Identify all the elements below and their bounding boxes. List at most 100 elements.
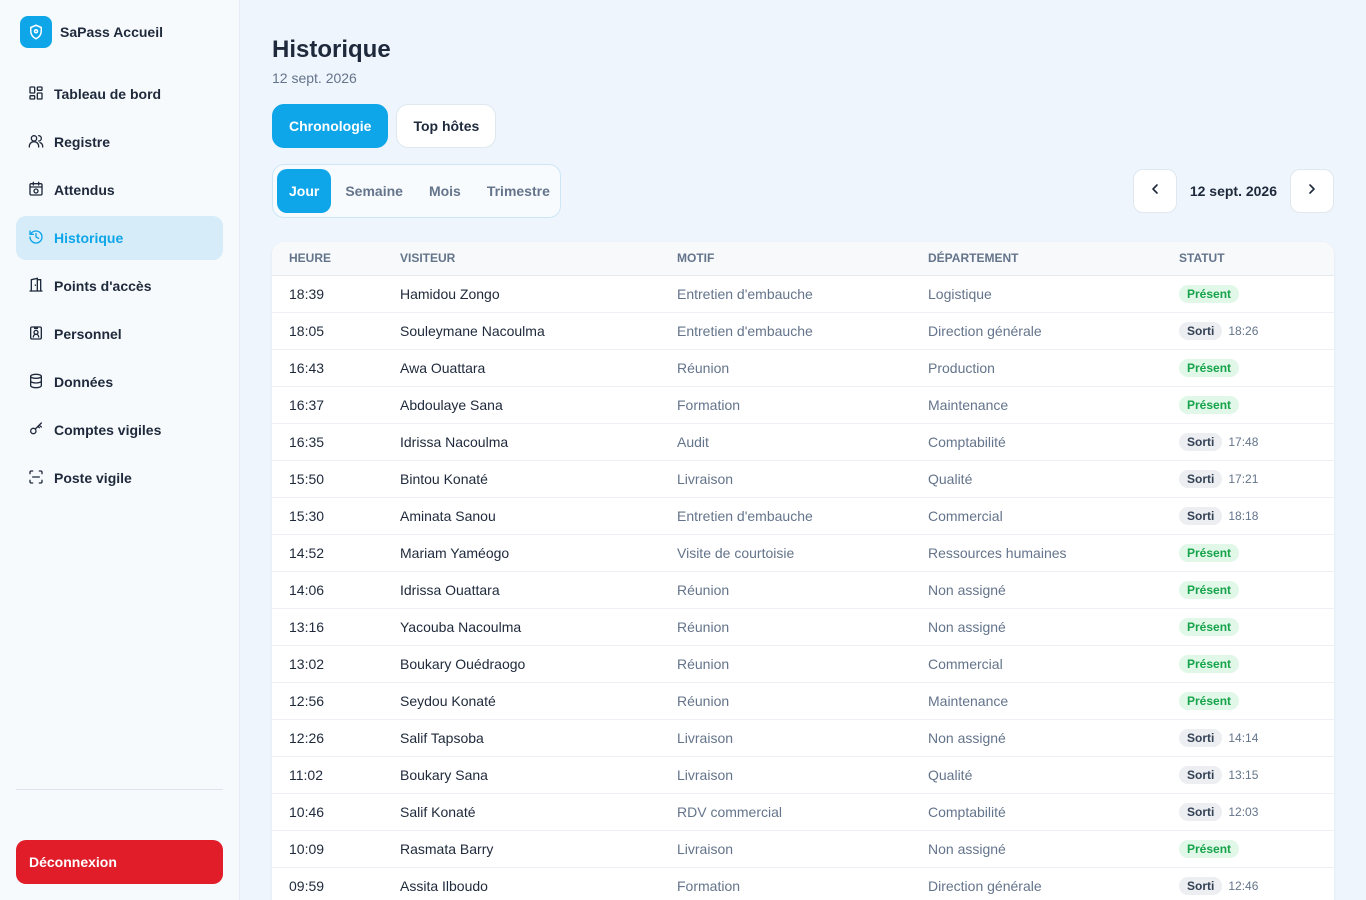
table-row[interactable]: 13:02 Boukary Ouédraogo Réunion Commercial P… [272, 645, 1334, 683]
cell-reason: Livraison [660, 460, 911, 498]
cell-status: Présent [1162, 349, 1334, 387]
cell-time: 13:16 [272, 608, 383, 646]
cell-time: 09:59 [272, 867, 383, 900]
database-icon [28, 373, 44, 392]
sidebar-item-label: Personnel [54, 326, 122, 342]
sidebar-nav: Tableau de bord Registre Attendus Histor… [16, 72, 223, 504]
table-row[interactable]: 10:09 Rasmata Barry Livraison Non assigné Pr… [272, 830, 1334, 868]
sidebar-item-donnees[interactable]: Données [16, 360, 223, 404]
period-mois[interactable]: Mois [417, 169, 473, 213]
sidebar-item-comptes-vigiles[interactable]: Comptes vigiles [16, 408, 223, 452]
current-date: 12 sept. 2026 [1189, 183, 1277, 199]
cell-time: 12:56 [272, 682, 383, 720]
table-row[interactable]: 15:50 Bintou Konaté Livraison Qualité Sorti 1… [272, 460, 1334, 498]
cell-reason: Réunion [660, 349, 911, 387]
cell-visitor: Awa Ouattara [383, 349, 660, 387]
table-row[interactable]: 13:16 Yacouba Nacoulma Réunion Non assigné P… [272, 608, 1334, 646]
shield-icon [20, 16, 52, 48]
status-badge: Présent [1179, 691, 1240, 710]
exit-time: 18:26 [1228, 323, 1259, 338]
sidebar-item-personnel[interactable]: Personnel [16, 312, 223, 356]
cell-time: 12:26 [272, 719, 383, 757]
cell-reason: Formation [660, 386, 911, 424]
table-row[interactable]: 10:46 Salif Konaté RDV commercial Comptabil… [272, 793, 1334, 831]
table-row[interactable]: 14:06 Idrissa Ouattara Réunion Non assigné P… [272, 571, 1334, 609]
cell-status: Présent [1162, 386, 1334, 424]
cell-visitor: Rasmata Barry [383, 830, 660, 868]
tab-top-hotes[interactable]: Top hôtes [396, 104, 497, 148]
sidebar-item-attendus[interactable]: Attendus [16, 168, 223, 212]
sidebar-item-label: Historique [54, 230, 124, 246]
cell-time: 16:35 [272, 423, 383, 461]
sidebar-item-label: Poste vigile [54, 470, 132, 486]
sidebar-item-historique[interactable]: Historique [16, 216, 223, 260]
cell-time: 14:06 [272, 571, 383, 609]
table-row[interactable]: 18:39 Hamidou Zongo Entretien d'embauche Lo… [272, 275, 1334, 313]
column-header-departement[interactable]: DÉPARTEMENT [911, 242, 1162, 276]
sidebar-item-registre[interactable]: Registre [16, 120, 223, 164]
cell-time: 13:02 [272, 645, 383, 683]
cell-department: Non assigné [911, 608, 1162, 646]
column-header-heure[interactable]: HEURE [272, 242, 383, 276]
table-row[interactable]: 12:56 Seydou Konaté Réunion Maintenance Prés… [272, 682, 1334, 720]
users-icon [28, 133, 44, 152]
logout-button[interactable]: Déconnexion [16, 840, 223, 884]
status-badge: Sorti [1179, 765, 1223, 784]
sidebar-item-points-acces[interactable]: Points d'accès [16, 264, 223, 308]
cell-status: Sorti 13:15 [1162, 756, 1334, 794]
key-icon [28, 421, 44, 440]
cell-visitor: Assita Ilboudo [383, 867, 660, 900]
cell-department: Qualité [911, 756, 1162, 794]
table-row[interactable]: 18:05 Souleymane Nacoulma Entretien d'emba… [272, 312, 1334, 350]
table-row[interactable]: 16:35 Idrissa Nacoulma Audit Comptabilité So… [272, 423, 1334, 461]
period-semaine[interactable]: Semaine [333, 169, 415, 213]
table-row[interactable]: 15:30 Aminata Sanou Entretien d'embauche Co… [272, 497, 1334, 535]
sidebar-item-poste-vigile[interactable]: Poste vigile [16, 456, 223, 500]
status-badge: Sorti [1179, 802, 1223, 821]
cell-department: Commercial [911, 497, 1162, 535]
table-body: 18:39 Hamidou Zongo Entretien d'embauche Lo… [272, 275, 1334, 900]
cell-visitor: Idrissa Nacoulma [383, 423, 660, 461]
cell-department: Qualité [911, 460, 1162, 498]
cell-reason: Audit [660, 423, 911, 461]
table-row[interactable]: 11:02 Boukary Sana Livraison Qualité Sorti 13… [272, 756, 1334, 794]
history-icon [28, 229, 44, 248]
cell-department: Non assigné [911, 719, 1162, 757]
status-badge: Présent [1179, 617, 1240, 636]
sidebar-item-dashboard[interactable]: Tableau de bord [16, 72, 223, 116]
table-row[interactable]: 09:59 Assita Ilboudo Formation Direction gé… [272, 867, 1334, 900]
cell-time: 15:50 [272, 460, 383, 498]
cell-department: Maintenance [911, 386, 1162, 424]
cell-status: Présent [1162, 275, 1334, 313]
cell-reason: Réunion [660, 608, 911, 646]
cell-time: 14:52 [272, 534, 383, 572]
scan-icon [28, 469, 44, 488]
column-header-statut[interactable]: STATUT [1162, 242, 1334, 276]
column-header-visiteur[interactable]: VISITEUR [383, 242, 660, 276]
cell-department: Direction générale [911, 312, 1162, 350]
cell-visitor: Salif Konaté [383, 793, 660, 831]
brand[interactable]: SaPass Accueil [20, 16, 163, 48]
status-badge: Présent [1179, 839, 1240, 858]
table-row[interactable]: 16:43 Awa Ouattara Réunion Production Présen… [272, 349, 1334, 387]
table-row[interactable]: 14:52 Mariam Yaméogo Visite de courtoisie R… [272, 534, 1334, 572]
exit-time: 17:48 [1228, 434, 1259, 449]
period-jour[interactable]: Jour [277, 169, 332, 213]
sidebar-item-label: Données [54, 374, 114, 390]
previous-date-button[interactable] [1132, 169, 1177, 213]
status-badge: Présent [1179, 543, 1240, 562]
sidebar: SaPass Accueil Tableau de bord Registre … [0, 0, 240, 900]
table-row[interactable]: 16:37 Abdoulaye Sana Formation Maintenance P… [272, 386, 1334, 424]
column-header-motif[interactable]: MOTIF [660, 242, 911, 276]
history-table: HEURE VISITEUR MOTIF DÉPARTEMENT STATUT … [272, 242, 1334, 900]
status-badge: Sorti [1179, 728, 1223, 747]
table-row[interactable]: 12:26 Salif Tapsoba Livraison Non assigné So… [272, 719, 1334, 757]
cell-department: Direction générale [911, 867, 1162, 900]
cell-department: Logistique [911, 275, 1162, 313]
cell-status: Présent [1162, 645, 1334, 683]
period-trimestre[interactable]: Trimestre [475, 169, 562, 213]
tab-chronologie[interactable]: Chronologie [272, 104, 389, 148]
next-date-button[interactable] [1290, 169, 1334, 213]
history-table-card: HEURE VISITEUR MOTIF DÉPARTEMENT STATUT … [272, 242, 1334, 900]
sidebar-item-label: Points d'accès [54, 278, 152, 294]
